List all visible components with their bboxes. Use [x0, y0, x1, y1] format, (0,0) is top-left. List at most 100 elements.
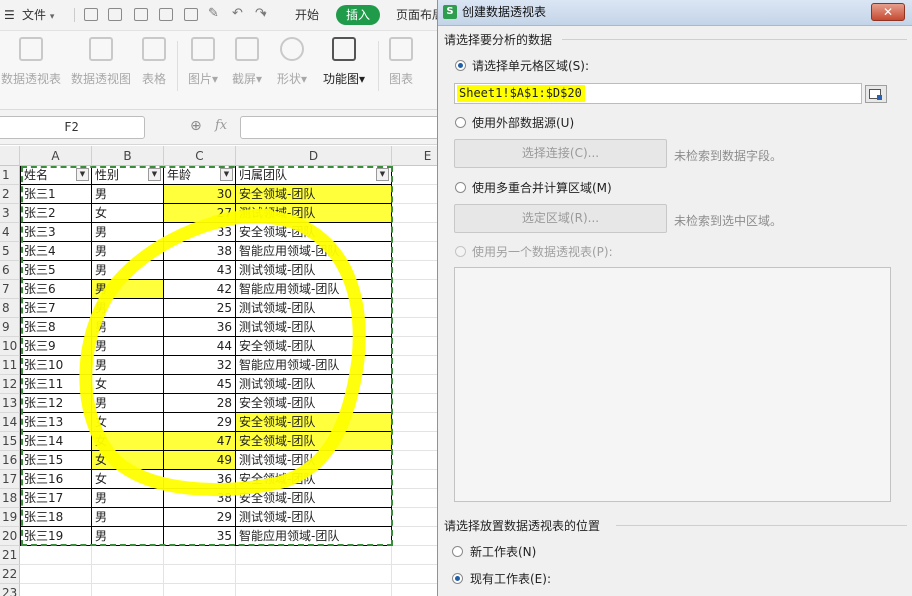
row-header[interactable]: 22: [0, 565, 20, 584]
table-cell[interactable]: 安全领域-团队: [236, 432, 392, 451]
filter-dropdown-icon[interactable]: ▼: [148, 168, 161, 181]
table-cell[interactable]: 男: [92, 299, 164, 318]
print-icon[interactable]: [159, 8, 173, 21]
empty-cell[interactable]: [20, 584, 92, 596]
row-header[interactable]: 21: [0, 546, 20, 565]
header-cell[interactable]: 性别 ▼: [92, 166, 164, 185]
header-cell[interactable]: 年龄 ▼: [164, 166, 236, 185]
table-cell[interactable]: 女: [92, 413, 164, 432]
table-cell[interactable]: 45: [164, 375, 236, 394]
empty-cell[interactable]: [392, 166, 438, 185]
empty-cell[interactable]: [164, 584, 236, 596]
table-cell[interactable]: 男: [92, 356, 164, 375]
row-header[interactable]: 10: [0, 337, 20, 356]
table-cell[interactable]: 安全领域-团队: [236, 413, 392, 432]
close-button[interactable]: ✕: [871, 3, 905, 21]
empty-cell[interactable]: [392, 546, 438, 565]
row-header[interactable]: 5: [0, 242, 20, 261]
row-header[interactable]: 19: [0, 508, 20, 527]
row-header[interactable]: 15: [0, 432, 20, 451]
table-cell[interactable]: 张三1: [20, 185, 92, 204]
empty-cell[interactable]: [392, 299, 438, 318]
undo-icon[interactable]: ↶: [232, 5, 243, 23]
table-cell[interactable]: 36: [164, 470, 236, 489]
table-cell[interactable]: 张三19: [20, 527, 92, 546]
table-cell[interactable]: 张三5: [20, 261, 92, 280]
radio-select-range[interactable]: [455, 60, 466, 71]
picture-button[interactable]: 图片▾: [185, 37, 221, 87]
empty-cell[interactable]: [392, 565, 438, 584]
screenshot-button[interactable]: 截屏▾: [229, 37, 265, 87]
hamburger-icon[interactable]: ☰: [4, 0, 15, 30]
radio-new-worksheet[interactable]: [452, 546, 463, 557]
row-header[interactable]: 17: [0, 470, 20, 489]
row-header[interactable]: 16: [0, 451, 20, 470]
empty-cell[interactable]: [392, 185, 438, 204]
header-cell[interactable]: 归属团队 ▼: [236, 166, 392, 185]
table-cell[interactable]: 张三13: [20, 413, 92, 432]
row-header[interactable]: 2: [0, 185, 20, 204]
table-cell[interactable]: 智能应用领域-团队: [236, 527, 392, 546]
table-cell[interactable]: 33: [164, 223, 236, 242]
empty-cell[interactable]: [392, 451, 438, 470]
column-header[interactable]: D: [236, 146, 392, 166]
tab-home[interactable]: 开始: [295, 0, 319, 30]
pivot-table-button[interactable]: 数据透视表: [0, 37, 62, 87]
table-cell[interactable]: 男: [92, 280, 164, 299]
empty-cell[interactable]: [392, 280, 438, 299]
function-chart-button[interactable]: 功能图▾: [320, 37, 368, 87]
range-input[interactable]: Sheet1!$A$1:$D$20: [454, 83, 862, 104]
table-cell[interactable]: 智能应用领域-团队: [236, 242, 392, 261]
empty-cell[interactable]: [92, 584, 164, 596]
empty-cell[interactable]: [236, 565, 392, 584]
table-cell[interactable]: 44: [164, 337, 236, 356]
empty-cell[interactable]: [392, 356, 438, 375]
table-cell[interactable]: 36: [164, 318, 236, 337]
row-header[interactable]: 13: [0, 394, 20, 413]
empty-cell[interactable]: [392, 375, 438, 394]
column-header[interactable]: A: [20, 146, 92, 166]
empty-cell[interactable]: [236, 546, 392, 565]
row-header[interactable]: 12: [0, 375, 20, 394]
radio-multi-consolidation[interactable]: [455, 182, 466, 193]
table-cell[interactable]: 男: [92, 242, 164, 261]
table-cell[interactable]: 47: [164, 432, 236, 451]
table-cell[interactable]: 安全领域-团队: [236, 337, 392, 356]
table-cell[interactable]: 张三3: [20, 223, 92, 242]
empty-cell[interactable]: [392, 432, 438, 451]
row-header[interactable]: 20: [0, 527, 20, 546]
table-cell[interactable]: 张三8: [20, 318, 92, 337]
table-cell[interactable]: 测试领域-团队: [236, 508, 392, 527]
table-cell[interactable]: 29: [164, 413, 236, 432]
table-cell[interactable]: 男: [92, 318, 164, 337]
row-header[interactable]: 11: [0, 356, 20, 375]
table-cell[interactable]: 张三10: [20, 356, 92, 375]
table-cell[interactable]: 张三18: [20, 508, 92, 527]
select-area-button[interactable]: 选定区域(R)...: [454, 204, 667, 233]
table-cell[interactable]: 女: [92, 204, 164, 223]
name-box[interactable]: F2: [0, 116, 145, 139]
table-cell[interactable]: 男: [92, 489, 164, 508]
empty-cell[interactable]: [92, 565, 164, 584]
empty-cell[interactable]: [392, 470, 438, 489]
table-cell[interactable]: 测试领域-团队: [236, 204, 392, 223]
table-cell[interactable]: 安全领域-团队: [236, 470, 392, 489]
table-cell[interactable]: 49: [164, 451, 236, 470]
table-cell[interactable]: 测试领域-团队: [236, 375, 392, 394]
table-cell[interactable]: 男: [92, 508, 164, 527]
row-header[interactable]: 8: [0, 299, 20, 318]
filter-dropdown-icon[interactable]: ▼: [220, 168, 233, 181]
column-header[interactable]: B: [92, 146, 164, 166]
worksheet-grid[interactable]: A B C D E 姓名 ▼ 性别 ▼ 年龄 ▼ 归属团队 ▼ 张三1 男 30 安全领域-团队 张三2…: [0, 146, 438, 596]
fx-icon[interactable]: fx: [215, 118, 227, 133]
table-cell[interactable]: 27: [164, 204, 236, 223]
table-cell[interactable]: 安全领域-团队: [236, 489, 392, 508]
table-cell[interactable]: 张三12: [20, 394, 92, 413]
empty-cell[interactable]: [392, 261, 438, 280]
empty-cell[interactable]: [164, 565, 236, 584]
table-cell[interactable]: 安全领域-团队: [236, 394, 392, 413]
zoom-icon[interactable]: ⊕: [190, 118, 202, 134]
row-header[interactable]: 23: [0, 584, 20, 596]
row-header[interactable]: 14: [0, 413, 20, 432]
empty-cell[interactable]: [92, 546, 164, 565]
